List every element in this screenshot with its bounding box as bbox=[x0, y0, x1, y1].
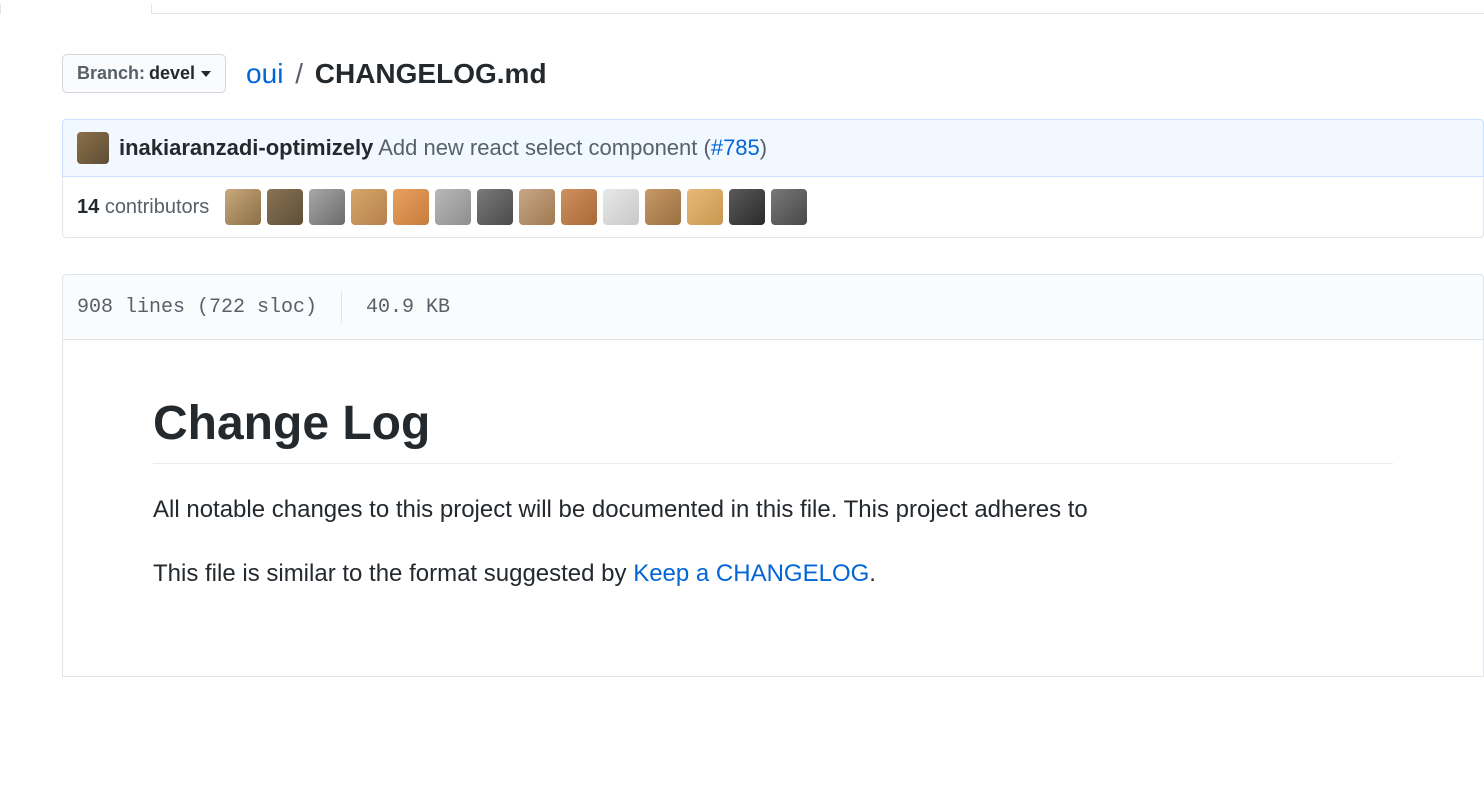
contributor-avatar[interactable] bbox=[267, 189, 303, 225]
contributors-number: 14 bbox=[77, 196, 99, 218]
contributor-avatar[interactable] bbox=[603, 189, 639, 225]
contributor-avatar[interactable] bbox=[519, 189, 555, 225]
contributor-avatar-list bbox=[225, 189, 807, 225]
commit-pr-link[interactable]: #785 bbox=[711, 135, 760, 160]
contributor-avatar[interactable] bbox=[561, 189, 597, 225]
commit-author-link[interactable]: inakiaranzadi-optimizely bbox=[119, 135, 373, 160]
contributors-box: 14 contributors bbox=[62, 177, 1484, 238]
contributor-avatar[interactable] bbox=[393, 189, 429, 225]
contributor-avatar[interactable] bbox=[645, 189, 681, 225]
breadcrumb-separator: / bbox=[295, 58, 303, 89]
contributor-avatar[interactable] bbox=[351, 189, 387, 225]
contributor-avatar[interactable] bbox=[771, 189, 807, 225]
file-lines-count: 908 lines (722 sloc) bbox=[77, 296, 317, 319]
branch-select-button[interactable]: Branch: devel bbox=[62, 54, 226, 93]
file-navigation: Branch: devel oui / CHANGELOG.md bbox=[62, 54, 1484, 93]
branch-label: Branch: bbox=[77, 63, 145, 84]
contributor-avatar[interactable] bbox=[225, 189, 261, 225]
active-tab-indicator bbox=[0, 4, 152, 14]
commit-author-avatar[interactable] bbox=[77, 132, 109, 164]
contributor-avatar[interactable] bbox=[687, 189, 723, 225]
contributors-label: contributors bbox=[105, 196, 210, 218]
keep-changelog-link[interactable]: Keep a CHANGELOG bbox=[633, 560, 869, 587]
breadcrumb: oui / CHANGELOG.md bbox=[246, 58, 547, 90]
divider bbox=[341, 291, 342, 323]
readme-p2-prefix: This file is similar to the format sugge… bbox=[153, 560, 633, 587]
contributor-avatar[interactable] bbox=[435, 189, 471, 225]
readme-p2-suffix: . bbox=[869, 560, 876, 587]
file-info-header: 908 lines (722 sloc) 40.9 KB bbox=[62, 274, 1484, 340]
latest-commit-box: inakiaranzadi-optimizely Add new react s… bbox=[62, 119, 1484, 177]
readme-title: Change Log bbox=[153, 396, 1393, 464]
contributor-avatar[interactable] bbox=[477, 189, 513, 225]
tab-bar bbox=[0, 10, 1484, 14]
file-content: Change Log All notable changes to this p… bbox=[62, 340, 1484, 677]
contributor-avatar[interactable] bbox=[309, 189, 345, 225]
caret-down-icon bbox=[201, 71, 211, 77]
contributor-avatar[interactable] bbox=[729, 189, 765, 225]
file-size: 40.9 KB bbox=[366, 296, 450, 319]
breadcrumb-filename: CHANGELOG.md bbox=[315, 58, 547, 89]
commit-message-close: ) bbox=[760, 135, 767, 160]
readme-paragraph-1: All notable changes to this project will… bbox=[153, 492, 1393, 528]
contributors-count[interactable]: 14 contributors bbox=[77, 196, 209, 219]
breadcrumb-repo-link[interactable]: oui bbox=[246, 58, 283, 89]
branch-name: devel bbox=[149, 63, 195, 84]
readme-paragraph-2: This file is similar to the format sugge… bbox=[153, 556, 1393, 592]
commit-message: Add new react select component ( bbox=[378, 135, 711, 160]
